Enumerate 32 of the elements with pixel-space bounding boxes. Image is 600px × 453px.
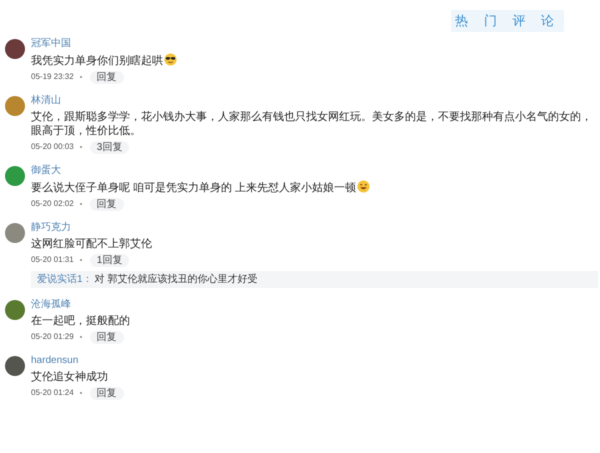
reply-button[interactable]: 回复: [90, 330, 124, 344]
comment-text: 艾伦追女神成功: [31, 370, 109, 384]
comment-text: 要么说大侄子单身呢 咱可是凭实力单身的 上来先怼人家小姑娘一顿: [31, 180, 598, 194]
comment-time: 05-19 23:32: [31, 71, 74, 83]
comment-time: 05-20 01:24: [31, 387, 74, 399]
username-link[interactable]: 静巧克力: [31, 222, 71, 234]
username-link[interactable]: 林清山: [31, 94, 61, 106]
reply-button[interactable]: 3回复: [90, 140, 130, 154]
comment-time: 05-20 01:31: [31, 254, 74, 266]
user-avatar[interactable]: [5, 38, 25, 58]
grinning-emoji-icon: [357, 180, 370, 192]
comment-text: 艾伦，跟斯聪多学学，花小钱办大事，人家那么有钱也只找女网红玩。美女多的是，不要找那种有点小名气的女的，眼高于顶，性价比低。: [31, 110, 593, 138]
reply-text: 对 郭艾伦就应该找丑的你心里才好受: [94, 274, 258, 284]
user-avatar[interactable]: [5, 356, 25, 376]
username-link[interactable]: 沧海孤峰: [31, 298, 71, 310]
reply-button[interactable]: 回复: [90, 198, 124, 210]
comment-text: 我凭实力单身你们别瞎起哄: [31, 52, 598, 68]
comment-time: 05-20 00:03: [31, 141, 74, 153]
reply-button[interactable]: 回复: [90, 70, 124, 84]
comment-text: 这网红脸可配不上郭艾伦: [31, 236, 153, 250]
username-link[interactable]: hardensun: [31, 354, 78, 366]
username-link[interactable]: 御蛋大: [31, 164, 61, 176]
comment-time: 05-20 01:29: [31, 331, 74, 343]
reply-button[interactable]: 1回复: [90, 254, 130, 266]
reply-username-link[interactable]: 爱说实话1：: [37, 274, 93, 284]
comment-text: 在一起吧，挺般配的: [31, 314, 131, 328]
sunglasses-emoji-icon: [164, 52, 177, 66]
reply-button[interactable]: 回复: [90, 386, 124, 400]
section-heading: 热 门 评 论: [451, 10, 564, 32]
username-link[interactable]: 冠军中国: [31, 38, 71, 50]
user-avatar[interactable]: [5, 300, 25, 320]
comment-time: 05-20 02:02: [31, 198, 74, 210]
